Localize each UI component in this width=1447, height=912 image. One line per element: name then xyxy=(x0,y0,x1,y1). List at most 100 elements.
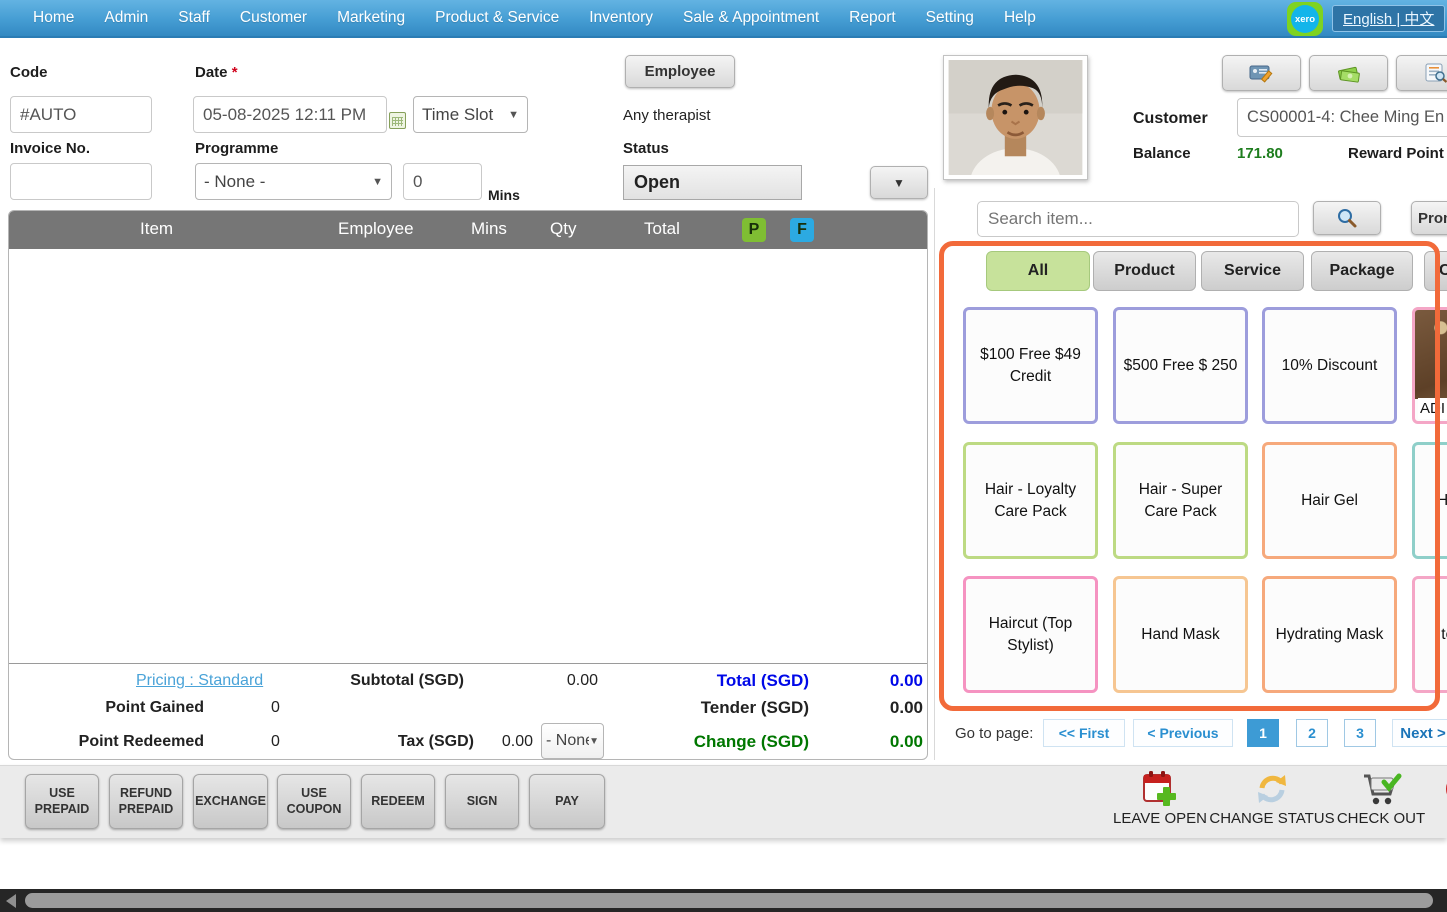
nav-report[interactable]: Report xyxy=(849,9,896,27)
date-input[interactable] xyxy=(193,96,387,133)
mins-label: Mins xyxy=(488,187,520,203)
redeem-button[interactable]: REDEEM xyxy=(361,774,435,829)
item-card[interactable]: Hair - Super Care Pack xyxy=(1113,442,1248,559)
edit-customer-button[interactable] xyxy=(1222,55,1301,91)
tab-package[interactable]: Package xyxy=(1311,251,1413,291)
required-asterisk: * xyxy=(232,64,238,81)
nav-setting[interactable]: Setting xyxy=(926,9,974,27)
nav-inventory[interactable]: Inventory xyxy=(589,9,653,27)
any-therapist-text: Any therapist xyxy=(623,107,711,124)
pagination-first[interactable]: << First xyxy=(1043,719,1125,747)
nav-help[interactable]: Help xyxy=(1004,9,1036,27)
cancel-icon xyxy=(1443,770,1447,808)
item-card[interactable]: Hair Gel xyxy=(1262,442,1397,559)
nav-admin[interactable]: Admin xyxy=(104,9,148,27)
item-card[interactable]: 10% Discount xyxy=(1262,307,1397,424)
promotion-button[interactable]: Prom xyxy=(1411,201,1447,235)
item-card[interactable]: Haircut (Top Stylist) xyxy=(963,576,1098,693)
change-status-action[interactable]: CHANGE STATUS xyxy=(1212,770,1332,827)
cart-check-icon xyxy=(1360,770,1402,808)
xero-logo-icon[interactable]: xero xyxy=(1287,2,1323,36)
item-card[interactable]: Hydrating Mask xyxy=(1262,576,1397,693)
nav-customer[interactable]: Customer xyxy=(240,9,307,27)
item-card[interactable]: Ite xyxy=(1412,576,1447,693)
col-qty: Qty xyxy=(550,219,576,239)
history-search-button[interactable] xyxy=(1396,55,1447,91)
code-input[interactable] xyxy=(10,96,152,133)
customer-label: Customer xyxy=(1133,110,1208,128)
balance-label: Balance xyxy=(1133,145,1191,162)
item-card-with-photo[interactable]: ADI xyxy=(1412,307,1447,424)
cash-credit-button[interactable] xyxy=(1309,55,1388,91)
point-redeemed-label: Point Redeemed xyxy=(49,733,204,751)
use-coupon-button[interactable]: USE COUPON xyxy=(277,774,351,829)
time-slot-select[interactable]: Time Slot▼ xyxy=(413,96,528,133)
programme-select[interactable]: - None -▼ xyxy=(195,163,392,200)
pay-button[interactable]: PAY xyxy=(529,774,605,829)
status-value-box: Open xyxy=(623,165,802,200)
sign-button[interactable]: SIGN xyxy=(445,774,519,829)
item-card[interactable]: Hand Mask xyxy=(1113,576,1248,693)
use-prepaid-button[interactable]: USE PREPAID xyxy=(25,774,99,829)
nav-marketing[interactable]: Marketing xyxy=(337,9,405,27)
paid-badge[interactable]: P xyxy=(742,218,766,242)
calendar-picker-icon[interactable] xyxy=(389,112,406,129)
pricing-link[interactable]: Pricing : Standard xyxy=(136,672,263,690)
item-card[interactable]: $500 Free $ 250 xyxy=(1113,307,1248,424)
point-gained-label: Point Gained xyxy=(49,699,204,717)
calendar-plus-icon xyxy=(1140,770,1180,808)
leave-open-action[interactable]: LEAVE OPEN xyxy=(1112,770,1208,827)
subtotal-label: Subtotal (SGD) xyxy=(314,672,464,690)
item-card[interactable]: $100 Free $49 Credit xyxy=(963,307,1098,424)
subtotal-value: 0.00 xyxy=(514,672,598,690)
pagination-next[interactable]: Next > xyxy=(1392,719,1447,747)
pagination-page-1[interactable]: 1 xyxy=(1247,719,1279,747)
code-label: Code xyxy=(10,64,48,81)
totals-divider xyxy=(9,663,927,664)
panel-divider xyxy=(934,188,935,760)
invoice-input[interactable] xyxy=(10,163,152,200)
status-dropdown-button[interactable]: ▼ xyxy=(870,166,928,199)
col-mins: Mins xyxy=(471,219,507,239)
order-items-table: Item Employee Mins Qty Total P F Pricing… xyxy=(8,210,928,760)
item-card[interactable]: Hair - Loyalty Care Pack xyxy=(963,442,1098,559)
exchange-button[interactable]: EXCHANGE xyxy=(193,774,268,829)
point-redeemed-value: 0 xyxy=(271,733,280,751)
change-value: 0.00 xyxy=(835,732,923,752)
pagination-page-3[interactable]: 3 xyxy=(1344,719,1376,747)
cancel-action[interactable]: CA xyxy=(1432,770,1447,827)
tab-partial[interactable]: C xyxy=(1424,251,1447,291)
customer-input[interactable] xyxy=(1237,98,1447,137)
reward-point-label: Reward Point xyxy=(1348,145,1444,162)
scrollbar-thumb[interactable] xyxy=(25,893,1433,908)
tab-product[interactable]: Product xyxy=(1093,251,1196,291)
scroll-left-arrow-icon[interactable] xyxy=(6,894,16,908)
nav-staff[interactable]: Staff xyxy=(178,9,210,27)
customer-photo xyxy=(943,55,1088,180)
nav-home[interactable]: Home xyxy=(33,9,74,27)
nav-product-service[interactable]: Product & Service xyxy=(435,9,559,27)
refresh-icon xyxy=(1252,770,1292,808)
point-gained-value: 0 xyxy=(271,699,280,717)
pagination-previous[interactable]: < Previous xyxy=(1133,719,1233,747)
tender-label: Tender (SGD) xyxy=(654,698,809,718)
tax-select[interactable]: - None -▼ xyxy=(541,723,604,759)
item-card[interactable]: H xyxy=(1412,442,1447,559)
total-label: Total (SGD) xyxy=(654,671,809,691)
horizontal-scrollbar[interactable] xyxy=(0,889,1447,912)
foc-badge[interactable]: F xyxy=(790,218,814,242)
refund-prepaid-button[interactable]: REFUND PREPAID xyxy=(109,774,183,829)
tax-value: 0.00 xyxy=(464,733,533,751)
language-switch-button[interactable]: English | 中文 xyxy=(1332,5,1445,32)
nav-sale-appointment[interactable]: Sale & Appointment xyxy=(683,9,819,27)
check-out-action[interactable]: CHECK OUT xyxy=(1336,770,1426,827)
pagination-page-2[interactable]: 2 xyxy=(1296,719,1328,747)
search-item-input[interactable] xyxy=(977,201,1299,237)
search-button[interactable] xyxy=(1313,201,1381,235)
chevron-down-icon: ▼ xyxy=(508,109,519,121)
tab-service[interactable]: Service xyxy=(1201,251,1304,291)
employee-button[interactable]: Employee xyxy=(625,55,735,88)
programme-mins-input[interactable] xyxy=(403,163,482,200)
tab-all[interactable]: All xyxy=(986,251,1090,291)
go-to-page-label: Go to page: xyxy=(955,725,1033,742)
